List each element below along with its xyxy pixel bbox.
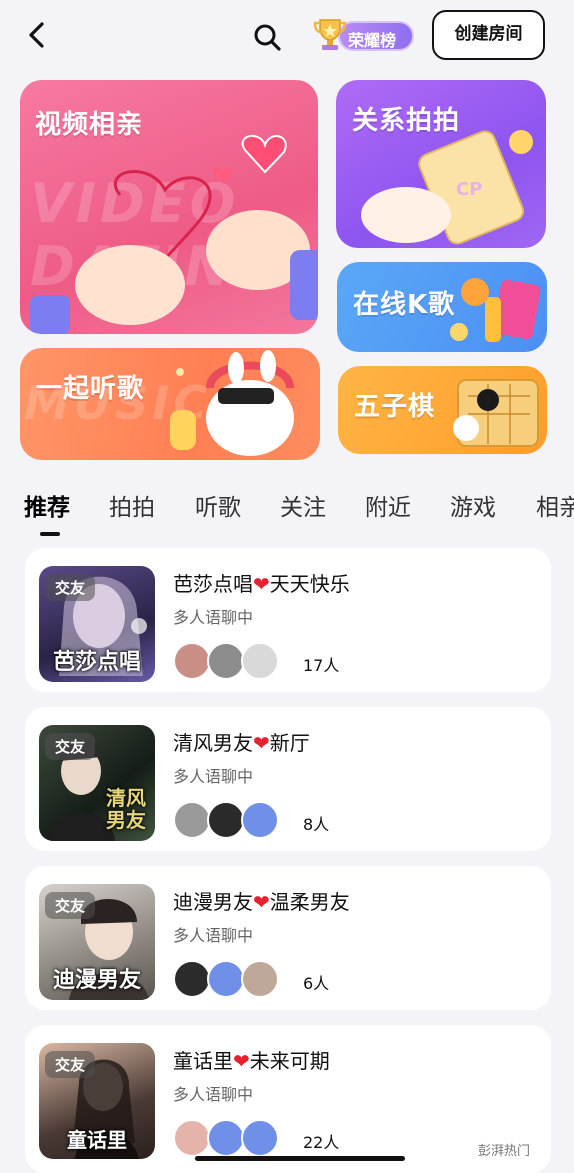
room-cover[interactable]: 交友 芭莎点唱: [39, 566, 155, 682]
avatar[interactable]: [241, 801, 279, 839]
avatar[interactable]: [241, 1119, 279, 1157]
chevron-left-icon: [29, 22, 44, 48]
room-member-count: 22人: [303, 1133, 340, 1152]
avatar[interactable]: [173, 1119, 211, 1157]
room-badge: 交友: [45, 574, 96, 601]
video-dating-title: 视频相亲: [35, 110, 144, 140]
room-title: 芭莎点唱❤天天快乐: [173, 572, 350, 596]
relationship-photo-card[interactable]: CP 关系拍拍: [336, 80, 546, 248]
room-status: 多人语聊中: [173, 1085, 254, 1104]
room-cover[interactable]: 交友 童话里: [39, 1043, 155, 1159]
tab-games[interactable]: 游戏: [450, 488, 496, 522]
room-badge: 交友: [45, 733, 96, 760]
video-dating-card[interactable]: VIDEO DATING 视频相亲: [20, 80, 318, 334]
heart-icon: ❤: [253, 731, 270, 755]
room-title: 清风男友❤新厅: [173, 731, 310, 755]
avatar[interactable]: [207, 801, 245, 839]
search-icon: [254, 24, 281, 51]
room-title: 迪漫男友❤温柔男友: [173, 890, 350, 914]
room-cover[interactable]: 交友 迪漫男友: [39, 884, 155, 1000]
room-title: 童话里❤未来可期: [173, 1049, 330, 1073]
svg-text:CP: CP: [456, 179, 482, 200]
back-button[interactable]: [22, 20, 52, 50]
tab-music[interactable]: 听歌: [195, 488, 241, 522]
gomoku-title: 五子棋: [354, 392, 436, 422]
honor-rank-label: 荣耀榜: [348, 31, 397, 50]
active-tab-indicator: [40, 532, 60, 536]
avatar[interactable]: [173, 642, 211, 680]
room-card[interactable]: 交友 童话里 童话里❤未来可期 多人语聊中 22人: [25, 1025, 551, 1173]
room-cover-text: 迪漫男友: [52, 968, 141, 993]
heart-icon: ❤: [253, 890, 270, 914]
room-card[interactable]: 交友 芭莎点唱 芭莎点唱❤天天快乐 多人语聊中 17人: [25, 548, 551, 692]
avatar[interactable]: [173, 801, 211, 839]
room-card[interactable]: 交友 迪漫男友 迪漫男友❤温柔男友 多人语聊中 6人: [25, 866, 551, 1010]
watermark: 彭湃热门: [478, 1144, 531, 1159]
room-badge: 交友: [45, 1051, 96, 1078]
avatar[interactable]: [207, 1119, 245, 1157]
trophy-icon: [313, 19, 347, 50]
room-card[interactable]: 交友 清风男友 清风男友❤新厅 多人语聊中 8人: [25, 707, 551, 851]
tab-follow[interactable]: 关注: [280, 488, 326, 522]
room-status: 多人语聊中: [173, 926, 254, 945]
room-badge: 交友: [45, 892, 96, 919]
room-status: 多人语聊中: [173, 608, 254, 627]
home-indicator[interactable]: [195, 1156, 405, 1161]
room-cover[interactable]: 交友 清风男友: [39, 725, 155, 841]
room-cover-text: 芭莎点唱: [52, 650, 141, 675]
tab-dating[interactable]: 相亲: [536, 488, 574, 522]
listen-together-title: 一起听歌: [36, 374, 145, 404]
room-status: 多人语聊中: [173, 767, 254, 786]
category-tabs: 推荐 拍拍 听歌 关注 附近 游戏 相亲: [0, 482, 574, 538]
gomoku-card[interactable]: 五子棋: [338, 366, 547, 454]
tab-photo[interactable]: 拍拍: [109, 488, 155, 522]
online-ksong-card[interactable]: 在线K歌: [337, 262, 547, 352]
room-member-count: 8人: [303, 815, 330, 834]
create-room-button[interactable]: 创建房间: [432, 10, 545, 60]
avatar[interactable]: [241, 960, 279, 998]
avatar[interactable]: [207, 960, 245, 998]
tab-nearby[interactable]: 附近: [365, 488, 411, 522]
avatar[interactable]: [241, 642, 279, 680]
avatar[interactable]: [173, 960, 211, 998]
heart-icon: ❤: [253, 572, 270, 596]
search-button[interactable]: [250, 20, 284, 54]
room-cover-text: 清风男友: [106, 786, 146, 832]
top-bar: 荣耀榜 创建房间: [0, 0, 574, 72]
online-ksong-title: 在线K歌: [353, 290, 456, 320]
listen-together-card[interactable]: MUSIC 一起听歌: [20, 348, 320, 460]
room-member-count: 6人: [303, 974, 330, 993]
room-cover-text: 童话里: [67, 1128, 127, 1152]
avatar[interactable]: [207, 642, 245, 680]
tab-recommend[interactable]: 推荐: [24, 488, 70, 522]
room-member-count: 17人: [303, 656, 340, 675]
heart-icon: ❤: [233, 1049, 250, 1073]
relationship-photo-title: 关系拍拍: [352, 106, 461, 136]
honor-rank-button[interactable]: 荣耀榜: [310, 14, 414, 56]
